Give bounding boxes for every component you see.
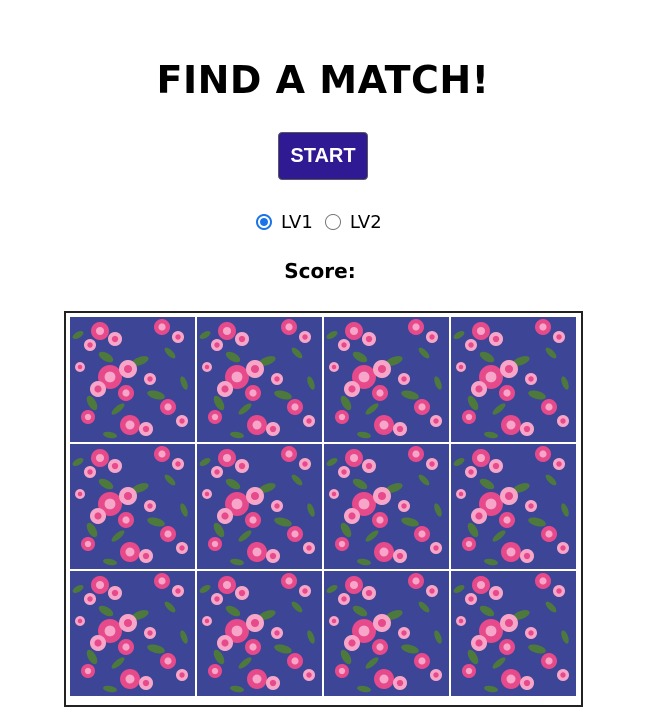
card[interactable] — [451, 571, 576, 696]
floral-card-back-icon — [451, 571, 576, 696]
floral-card-back-icon — [70, 444, 195, 569]
card[interactable] — [324, 444, 449, 569]
floral-card-back-icon — [197, 444, 322, 569]
card[interactable] — [197, 571, 322, 696]
game-page: FIND A MATCH! START LV1 LV2 Score: — [0, 0, 655, 721]
lv2-label[interactable]: LV2 — [350, 212, 382, 233]
floral-card-back-icon — [324, 571, 449, 696]
card[interactable] — [324, 317, 449, 442]
start-button[interactable]: START — [278, 132, 368, 180]
floral-card-back-icon — [451, 317, 576, 442]
floral-card-back-icon — [70, 571, 195, 696]
card[interactable] — [197, 444, 322, 569]
page-title: FIND A MATCH! — [156, 58, 490, 102]
card[interactable] — [70, 444, 195, 569]
card[interactable] — [70, 571, 195, 696]
floral-card-back-icon — [197, 571, 322, 696]
floral-card-back-icon — [324, 317, 449, 442]
floral-card-back-icon — [451, 444, 576, 569]
score-display: Score: — [0, 259, 646, 283]
card[interactable] — [70, 317, 195, 442]
card[interactable] — [451, 317, 576, 442]
card-board — [64, 311, 583, 707]
card[interactable] — [324, 571, 449, 696]
floral-card-back-icon — [324, 444, 449, 569]
floral-card-back-icon — [70, 317, 195, 442]
card[interactable] — [197, 317, 322, 442]
score-label: Score: — [284, 259, 356, 283]
lv2-radio[interactable] — [324, 214, 341, 230]
lv1-label[interactable]: LV1 — [281, 212, 313, 233]
card[interactable] — [451, 444, 576, 569]
level-selector: LV1 LV2 — [256, 209, 394, 235]
lv1-radio[interactable] — [256, 214, 272, 230]
floral-card-back-icon — [197, 317, 322, 442]
